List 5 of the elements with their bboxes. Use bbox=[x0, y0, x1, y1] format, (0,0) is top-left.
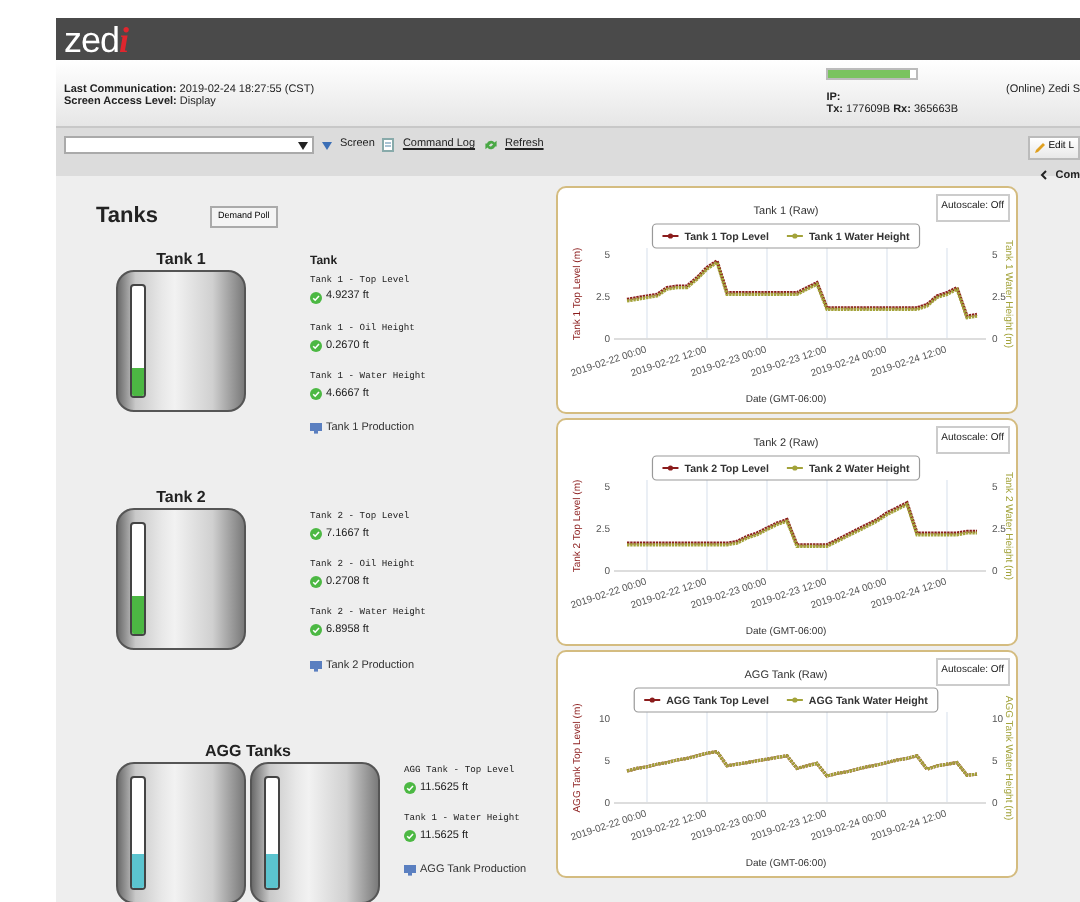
panel-title: Tanks bbox=[96, 202, 158, 232]
tank-title: AGG Tanks bbox=[203, 741, 293, 762]
tank-title: Tank 1 bbox=[154, 249, 208, 269]
tank-title: Tank 2 bbox=[154, 488, 208, 509]
logo: zedi bbox=[64, 21, 129, 57]
